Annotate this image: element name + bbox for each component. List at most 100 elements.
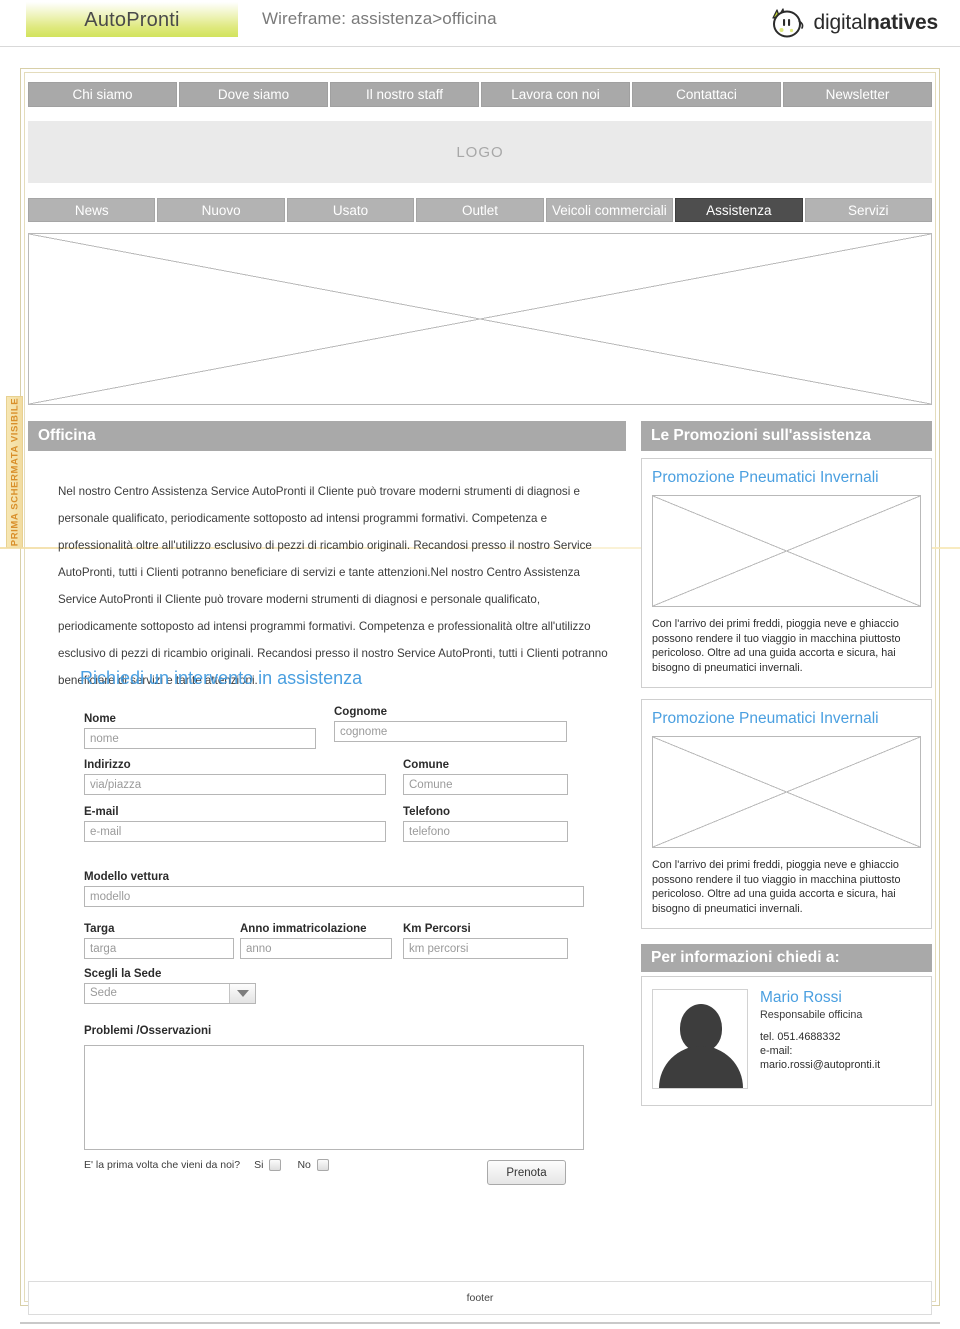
logo-word-bold: natives — [867, 11, 938, 34]
bottom-divider — [20, 1322, 940, 1324]
header-divider — [0, 46, 960, 47]
contact-card: Mario Rossi Responsabile officina tel. 0… — [641, 976, 932, 1106]
nome-input[interactable] — [84, 728, 316, 749]
nav-item-il-nostro-staff[interactable]: Il nostro staff — [330, 82, 479, 107]
avatar-shoulders-shape — [659, 1046, 743, 1088]
field-group-km: Km Percorsi — [403, 923, 568, 959]
field-group-nome: Nome — [84, 713, 316, 749]
officina-description: Nel nostro Centro Assistenza Service Aut… — [58, 485, 608, 687]
logo-word-light: digital — [813, 11, 868, 34]
tab-nuovo[interactable]: Nuovo — [157, 198, 285, 222]
form-heading: Richiedi un intervento in assistenza — [80, 668, 363, 688]
label-problemi: Problemi /Osservazioni — [84, 1025, 212, 1037]
wireframe-page: AutoPronti Wireframe: assistenza>officin… — [0, 0, 960, 1329]
label-targa: Targa — [84, 923, 115, 935]
first-time-yes-checkbox[interactable] — [269, 1159, 282, 1171]
contact-phone: tel. 051.4688332 — [760, 1031, 841, 1043]
field-group-indirizzo: Indirizzo — [84, 759, 386, 795]
comune-input[interactable] — [403, 774, 568, 795]
field-group-anno: Anno immatricolazione — [240, 923, 392, 959]
creature-icon — [767, 6, 807, 40]
label-nome: Nome — [84, 713, 116, 725]
anno-input[interactable] — [240, 938, 392, 959]
primary-nav[interactable]: Chi siamo Dove siamo Il nostro staff Lav… — [28, 82, 932, 107]
indirizzo-input[interactable] — [84, 774, 386, 795]
field-group-telefono: Telefono — [403, 806, 568, 842]
label-cognome: Cognome — [334, 706, 388, 718]
first-time-question: E' la prima volta che vieni da noi? — [84, 1159, 241, 1171]
annotation-prima-schermata: PRIMA SCHERMATA VISIBILE — [6, 396, 23, 548]
promo-text-2: Con l'arrivo dei primi freddi, pioggia n… — [652, 859, 901, 915]
section-title-informazioni: Per informazioni chiedi a: — [651, 949, 840, 966]
problemi-textarea[interactable] — [84, 1045, 584, 1150]
first-time-row: E' la prima volta che vieni da noi? Si N… — [84, 1159, 329, 1171]
tab-veicoli-commerciali[interactable]: Veicoli commerciali — [545, 198, 674, 222]
first-time-yes-label: Si — [254, 1159, 264, 1171]
footer-label: footer — [466, 1292, 494, 1304]
contact-details: Mario Rossi Responsabile officina tel. 0… — [760, 989, 880, 1093]
logo-wordmark: digitalnatives — [813, 11, 939, 35]
nav-item-chi-siamo[interactable]: Chi siamo — [28, 82, 177, 107]
cognome-input[interactable] — [334, 721, 567, 742]
contact-email[interactable]: mario.rossi@autopronti.it — [760, 1058, 880, 1072]
email-input[interactable] — [84, 821, 386, 842]
field-group-comune: Comune — [403, 759, 568, 795]
prenota-button[interactable]: Prenota — [487, 1160, 566, 1185]
section-header-informazioni: Per informazioni chiedi a: — [641, 944, 932, 972]
km-percorsi-input[interactable] — [403, 938, 568, 959]
tab-outlet[interactable]: Outlet — [416, 198, 544, 222]
tab-news[interactable]: News — [28, 198, 156, 222]
section-header-officina: Officina — [28, 421, 626, 451]
tab-assistenza[interactable]: Assistenza — [675, 198, 803, 222]
label-comune: Comune — [403, 759, 449, 771]
section-title-promozioni: Le Promozioni sull'assistenza — [651, 427, 871, 444]
sede-select-value: Sede — [90, 987, 117, 999]
brand-name: AutoPronti — [84, 9, 180, 31]
contact-role: Responsabile officina — [760, 1009, 863, 1021]
promo-text-1: Con l'arrivo dei primi freddi, pioggia n… — [652, 618, 901, 674]
field-group-targa: Targa — [84, 923, 234, 959]
telefono-input[interactable] — [403, 821, 568, 842]
chevron-down-icon[interactable] — [229, 984, 255, 1003]
field-group-sede: Scegli la Sede Sede — [84, 968, 256, 1004]
hero-image-placeholder — [28, 233, 932, 405]
contact-name[interactable]: Mario Rossi — [760, 989, 880, 1007]
modello-input[interactable] — [84, 886, 584, 907]
promo-card-2[interactable]: Promozione Pneumatici Invernali Con l'ar… — [641, 699, 932, 929]
nav-item-contattaci[interactable]: Contattaci — [632, 82, 781, 107]
section-title-officina: Officina — [38, 427, 96, 444]
first-time-no-checkbox[interactable] — [316, 1159, 329, 1171]
label-indirizzo: Indirizzo — [84, 759, 131, 771]
field-group-modello: Modello vettura — [84, 871, 584, 907]
promo-card-1[interactable]: Promozione Pneumatici Invernali Con l'ar… — [641, 458, 932, 688]
label-modello: Modello vettura — [84, 871, 169, 883]
digital-natives-logo: digitalnatives — [767, 5, 938, 41]
contact-info: tel. 051.4688332 e-mail: mario.rossi@aut… — [760, 1030, 880, 1072]
first-time-no-label: No — [297, 1159, 311, 1171]
field-group-cognome: Cognome — [334, 706, 567, 742]
nav-item-dove-siamo[interactable]: Dove siamo — [179, 82, 328, 107]
tab-usato[interactable]: Usato — [286, 198, 415, 222]
sede-select[interactable]: Sede — [84, 983, 256, 1004]
annotation-label: PRIMA SCHERMATA VISIBILE — [9, 397, 20, 547]
label-km-percorsi: Km Percorsi — [403, 923, 471, 935]
targa-input[interactable] — [84, 938, 234, 959]
logo-placeholder-label: LOGO — [456, 143, 504, 161]
promo-image-placeholder-2 — [652, 736, 921, 848]
label-email: E-mail — [84, 806, 119, 818]
label-sede: Scegli la Sede — [84, 968, 162, 980]
footer-placeholder: footer — [28, 1281, 932, 1315]
page-title: Wireframe: assistenza>officina — [262, 9, 497, 28]
promo-image-placeholder-1 — [652, 495, 921, 607]
secondary-nav[interactable]: News Nuovo Usato Outlet Veicoli commerci… — [28, 198, 932, 222]
promo-title-1: Promozione Pneumatici Invernali — [652, 469, 879, 486]
avatar-head-shape — [680, 1004, 722, 1052]
section-header-promozioni: Le Promozioni sull'assistenza — [641, 421, 932, 451]
nav-item-newsletter[interactable]: Newsletter — [783, 82, 932, 107]
logo-placeholder: LOGO — [28, 121, 932, 183]
app-header: AutoPronti Wireframe: assistenza>officin… — [0, 0, 960, 48]
tab-servizi[interactable]: Servizi — [804, 198, 932, 222]
nav-item-lavora-con-noi[interactable]: Lavora con noi — [481, 82, 630, 107]
label-telefono: Telefono — [403, 806, 451, 818]
label-anno: Anno immatricolazione — [240, 923, 367, 935]
